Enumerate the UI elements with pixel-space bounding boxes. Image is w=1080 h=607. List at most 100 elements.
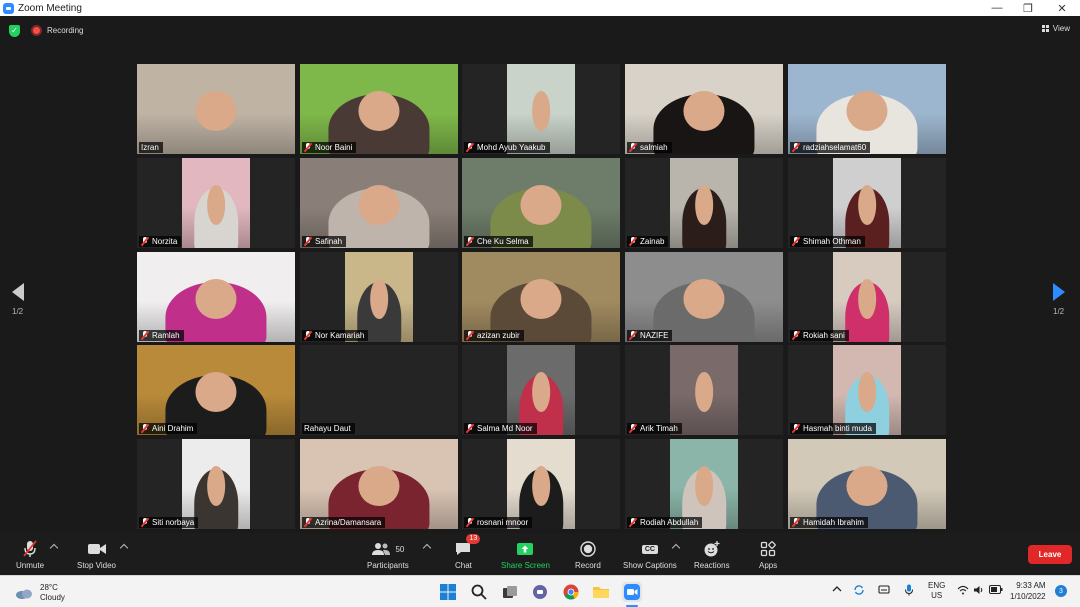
participant-name-tag: salmiah: [627, 142, 672, 153]
participant-video: [625, 64, 783, 154]
weather-widget[interactable]: 28°C Cloudy: [14, 583, 65, 603]
participant-tile[interactable]: Zainab: [625, 158, 783, 248]
participants-button[interactable]: 50 Participants: [367, 540, 409, 570]
restore-button[interactable]: ❐: [1011, 0, 1045, 16]
participant-name: rosnani mnoor: [477, 518, 529, 527]
search-icon[interactable]: [469, 582, 489, 602]
participant-video: [462, 252, 620, 342]
reactions-button[interactable]: Reactions: [694, 540, 730, 570]
participant-tile[interactable]: Hamidah Ibrahim: [788, 439, 946, 529]
chat-badge: 13: [466, 534, 481, 544]
meeting-control-bar: Unmute Stop Video 50 Participants 13 Cha…: [0, 533, 1080, 575]
show-captions-button[interactable]: CC Show Captions: [623, 540, 677, 570]
participant-tile[interactable]: Rahayu Daut: [300, 345, 458, 435]
participant-tile[interactable]: Ramlah: [137, 252, 295, 342]
battery-icon[interactable]: [989, 585, 1003, 596]
previous-page-button[interactable]: 1/2: [12, 283, 32, 323]
participant-tile[interactable]: Norzita: [137, 158, 295, 248]
participant-tile[interactable]: NAZIFE: [625, 252, 783, 342]
participant-tile[interactable]: Shimah Othman: [788, 158, 946, 248]
share-screen-button[interactable]: Share Screen: [501, 540, 550, 570]
windows-taskbar: 28°C Cloudy ENG US 9:33 AM 1/10/2022 3: [0, 575, 1080, 607]
participant-tile[interactable]: rosnani mnoor: [462, 439, 620, 529]
participant-tile[interactable]: Rodiah Abdullah: [625, 439, 783, 529]
participant-face: [207, 466, 225, 506]
speaker-icon[interactable]: [973, 585, 985, 597]
participant-name-tag: Azrina/Damansara: [302, 517, 386, 528]
participant-tile[interactable]: Arik Timah: [625, 345, 783, 435]
shield-check-icon[interactable]: ✓: [9, 25, 20, 37]
zoom-logo-icon: [3, 2, 14, 14]
microphone-muted-icon: [629, 237, 637, 246]
keyboard-layout: US: [931, 591, 943, 600]
participant-name: Ramlah: [152, 331, 180, 340]
participant-tile[interactable]: salmiah: [625, 64, 783, 154]
chrome-icon[interactable]: [561, 582, 581, 602]
stop-video-button[interactable]: Stop Video: [77, 540, 116, 570]
show-hidden-icons-chevron-icon[interactable]: [832, 584, 842, 596]
participant-name: Safinah: [315, 237, 343, 246]
participant-tile[interactable]: Siti norbaya: [137, 439, 295, 529]
participant-tile[interactable]: Izran: [137, 64, 295, 154]
recording-icon[interactable]: [31, 25, 42, 36]
participant-name: Izran: [141, 143, 159, 152]
participant-tile[interactable]: Hasmah binti muda: [788, 345, 946, 435]
participant-tile[interactable]: Azrina/Damansara: [300, 439, 458, 529]
participant-tile[interactable]: Nor Kamariah: [300, 252, 458, 342]
microphone-muted-icon: [629, 143, 637, 152]
recording-label: Recording: [47, 26, 84, 35]
audio-options-chevron-icon[interactable]: [49, 543, 59, 553]
task-view-icon[interactable]: [500, 582, 520, 602]
participant-tile[interactable]: Rokiah sani: [788, 252, 946, 342]
participant-name-tag: Ramlah: [139, 330, 184, 341]
record-button[interactable]: Record: [575, 540, 601, 570]
stop-video-label: Stop Video: [77, 561, 116, 570]
participant-video: [300, 64, 458, 154]
participant-tile[interactable]: Safinah: [300, 158, 458, 248]
microphone-tray-icon[interactable]: [904, 584, 914, 598]
page-indicator-right: 1/2: [1053, 307, 1065, 316]
microphone-muted-icon: [629, 518, 637, 527]
teams-chat-icon[interactable]: [530, 582, 550, 602]
zoom-taskbar-icon[interactable]: [622, 582, 642, 602]
participant-name: Hamidah Ibrahim: [803, 518, 864, 527]
clock[interactable]: 9:33 AM 1/10/2022: [1010, 580, 1046, 602]
meeting-top-strip: ✓ Recording View: [0, 16, 1080, 44]
notification-badge[interactable]: 3: [1055, 585, 1067, 597]
participant-name: Rokiah sani: [803, 331, 845, 340]
participant-tile[interactable]: azizan zubir: [462, 252, 620, 342]
participant-face: [695, 466, 713, 506]
view-button[interactable]: View: [1041, 24, 1070, 33]
apps-button[interactable]: Apps: [759, 540, 777, 570]
participant-video: [462, 158, 620, 248]
chat-button[interactable]: 13 Chat: [455, 534, 481, 570]
next-page-button[interactable]: 1/2: [1053, 283, 1073, 323]
participants-options-chevron-icon[interactable]: [422, 543, 432, 553]
participant-tile[interactable]: Noor Baini: [300, 64, 458, 154]
language-indicator[interactable]: ENG US: [928, 581, 945, 601]
reactions-label: Reactions: [694, 561, 730, 570]
participant-video: [625, 252, 783, 342]
participant-tile[interactable]: radziahselamat60: [788, 64, 946, 154]
participant-name: Noor Baini: [315, 143, 353, 152]
windows-start-icon[interactable]: [438, 582, 458, 602]
microphone-muted-icon: [792, 237, 800, 246]
participant-face: [846, 91, 888, 131]
display-icon[interactable]: [878, 585, 890, 597]
unmute-button[interactable]: Unmute: [16, 540, 44, 570]
microphone-muted-icon: [22, 540, 38, 558]
participant-tile[interactable]: Aini Drahim: [137, 345, 295, 435]
participant-tile[interactable]: Salma Md Noor: [462, 345, 620, 435]
sync-icon[interactable]: [853, 584, 865, 598]
video-options-chevron-icon[interactable]: [119, 543, 129, 553]
leave-button[interactable]: Leave: [1028, 545, 1072, 564]
participant-video: [833, 252, 901, 342]
minimize-button[interactable]: —: [980, 0, 1014, 16]
close-button[interactable]: ✕: [1045, 0, 1079, 16]
participant-tile[interactable]: Che Ku Selma: [462, 158, 620, 248]
participant-tile[interactable]: Mohd Ayub Yaakub: [462, 64, 620, 154]
file-explorer-icon[interactable]: [591, 582, 611, 602]
chevron-right-icon: [1053, 283, 1065, 301]
wifi-icon[interactable]: [957, 585, 969, 597]
participant-video: [507, 439, 575, 529]
